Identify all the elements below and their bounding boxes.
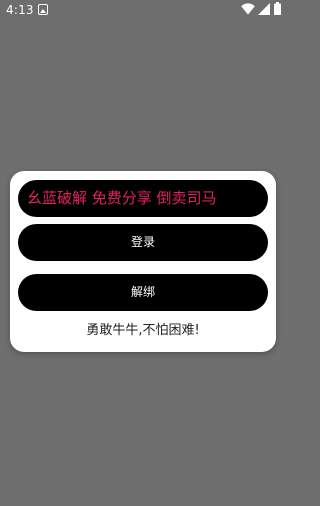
signal-icon (258, 3, 270, 15)
app-notification-icon (38, 4, 48, 15)
activation-dialog: 幺蓝破解 免费分享 倒卖司马 登录 解绑 勇敢牛牛,不怕困难! (10, 171, 276, 352)
unbind-button[interactable]: 解绑 (18, 274, 268, 311)
battery-icon (274, 2, 281, 15)
login-button[interactable]: 登录 (18, 224, 268, 261)
unbind-button-label: 解绑 (130, 285, 155, 299)
dialog-title-banner: 幺蓝破解 免费分享 倒卖司马 (18, 180, 268, 217)
login-button-label: 登录 (130, 235, 155, 249)
status-time: 4:13 (6, 3, 34, 17)
status-bar: 4:13 (0, 0, 285, 20)
wifi-icon (241, 3, 255, 15)
dialog-motto-text: 勇敢牛牛,不怕困难! (86, 323, 200, 338)
